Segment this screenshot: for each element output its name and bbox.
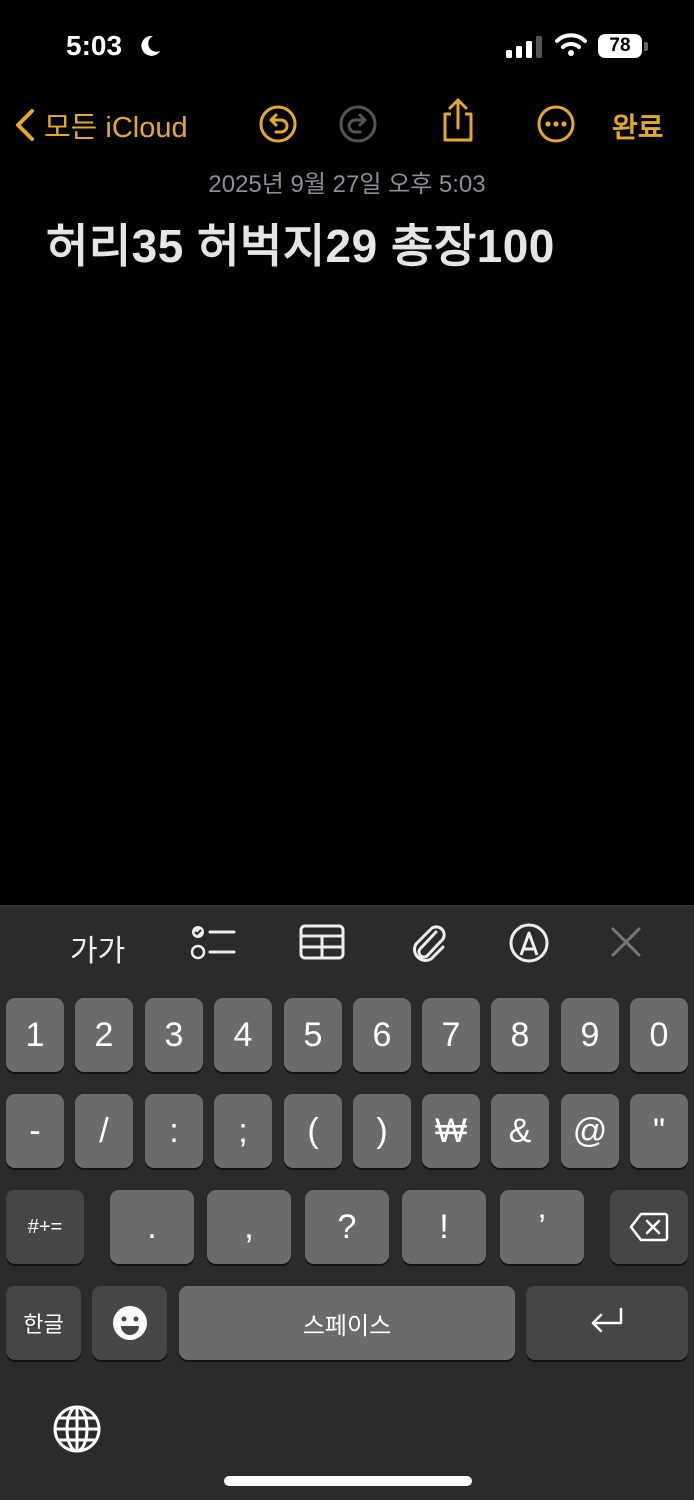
key-period[interactable]: . [110, 1190, 194, 1264]
globe-icon [53, 1405, 101, 1453]
checklist-icon [190, 926, 236, 960]
emoji-icon [112, 1306, 147, 1340]
text-format-button[interactable]: 가가 [70, 926, 125, 970]
ellipsis-circle-icon [537, 105, 575, 143]
key-exclamation[interactable]: ! [402, 1190, 486, 1264]
redo-icon [339, 105, 377, 143]
globe-button[interactable] [52, 1404, 102, 1459]
home-indicator [224, 1476, 472, 1486]
back-label: 모든 iCloud [44, 112, 188, 144]
symbols-mode-key[interactable]: #+= [6, 1190, 84, 1264]
markup-button[interactable] [508, 922, 550, 969]
key-question[interactable]: ? [305, 1190, 389, 1264]
battery-icon: 78 [598, 34, 642, 58]
key-8[interactable]: 8 [491, 998, 549, 1072]
battery-nub [644, 42, 648, 51]
undo-icon [259, 105, 297, 143]
return-icon [591, 1307, 623, 1333]
share-icon [443, 98, 473, 142]
checklist-button[interactable] [190, 922, 236, 967]
chevron-left-icon [16, 109, 34, 141]
key-apostrophe[interactable]: ’ [500, 1190, 584, 1264]
pen-tip-circle-icon [509, 923, 549, 963]
redo-button[interactable] [338, 104, 378, 149]
table-icon [299, 924, 345, 960]
attachment-button[interactable] [408, 922, 448, 971]
status-time: 5:03 [66, 30, 123, 61]
return-key[interactable] [526, 1286, 688, 1360]
note-date: 2025년 9월 27일 오후 5:03 [208, 171, 486, 198]
done-button[interactable]: 완료 [612, 106, 664, 146]
key-semicolon[interactable]: ; [214, 1094, 272, 1168]
paperclip-icon [413, 925, 446, 962]
share-button[interactable] [438, 98, 478, 149]
close-toolbar-button[interactable] [610, 926, 642, 963]
more-button[interactable] [536, 104, 576, 149]
backspace-key[interactable] [610, 1190, 688, 1264]
key-4[interactable]: 4 [214, 998, 272, 1072]
key-7[interactable]: 7 [422, 998, 480, 1072]
moon-icon [138, 34, 162, 63]
cellular-signal-icon [506, 36, 544, 63]
key-hyphen[interactable]: - [6, 1094, 64, 1168]
key-2[interactable]: 2 [75, 998, 133, 1072]
back-button[interactable]: 모든 iCloud [14, 104, 188, 146]
close-icon [611, 927, 641, 957]
key-0[interactable]: 0 [630, 998, 688, 1072]
key-5[interactable]: 5 [284, 998, 342, 1072]
undo-button[interactable] [258, 104, 298, 149]
key-quote[interactable]: " [630, 1094, 688, 1168]
key-slash[interactable]: / [75, 1094, 133, 1168]
key-9[interactable]: 9 [561, 998, 619, 1072]
emoji-key[interactable] [92, 1286, 167, 1360]
wifi-icon [555, 33, 587, 62]
key-won[interactable]: ₩ [422, 1094, 480, 1168]
key-1[interactable]: 1 [6, 998, 64, 1072]
language-key[interactable]: 한글 [6, 1286, 81, 1360]
key-3[interactable]: 3 [145, 998, 203, 1072]
key-at[interactable]: @ [561, 1094, 619, 1168]
key-paren-close[interactable]: ) [353, 1094, 411, 1168]
key-ampersand[interactable]: & [491, 1094, 549, 1168]
key-colon[interactable]: : [145, 1094, 203, 1168]
table-button[interactable] [299, 922, 345, 967]
key-paren-open[interactable]: ( [284, 1094, 342, 1168]
delete-left-icon [629, 1212, 669, 1242]
key-comma[interactable]: , [207, 1190, 291, 1264]
key-6[interactable]: 6 [353, 998, 411, 1072]
space-key[interactable]: 스페이스 [179, 1286, 515, 1360]
note-title[interactable]: 허리35 허벅지29 총장100 [46, 210, 555, 276]
